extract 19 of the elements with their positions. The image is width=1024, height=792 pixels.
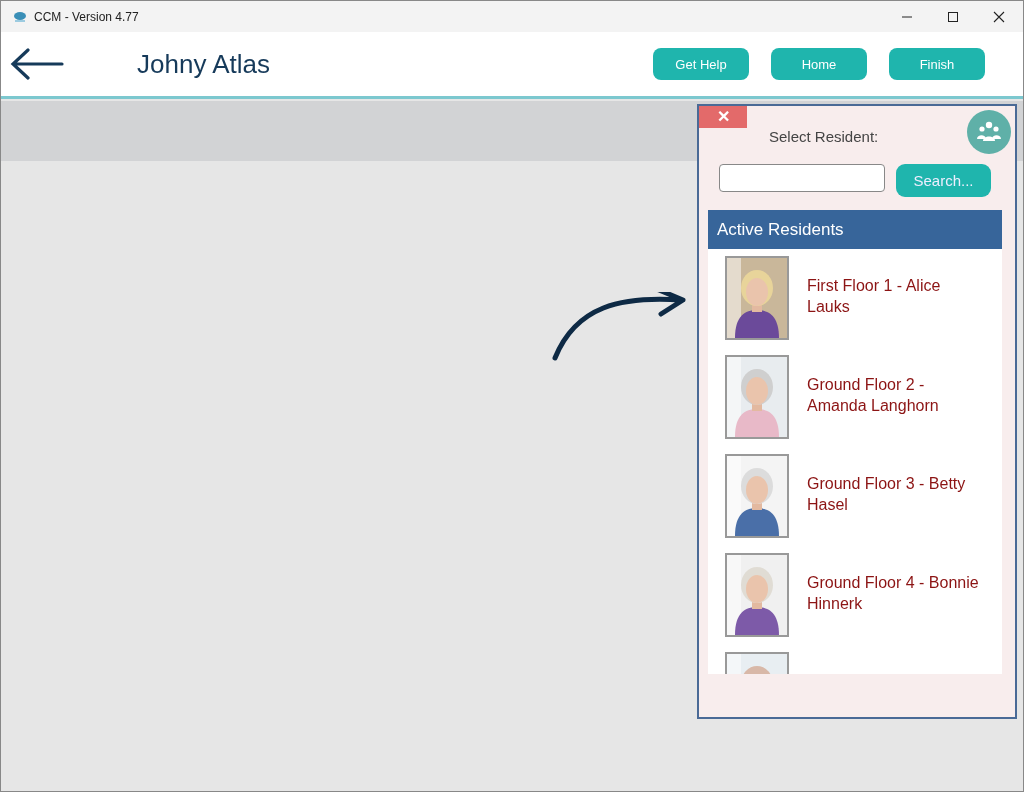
header-button[interactable]: Get Help (653, 48, 749, 80)
maximize-icon[interactable] (947, 10, 959, 23)
header-button[interactable]: Finish (889, 48, 985, 80)
user-name: Johny Atlas (137, 48, 270, 80)
resident-name[interactable]: First Floor 1 - Alice Lauks (807, 274, 987, 317)
list-header: Active Residents (708, 210, 1002, 249)
people-icon[interactable] (967, 110, 1011, 154)
search-button[interactable]: Search... (896, 164, 991, 197)
header-button[interactable]: Home (771, 48, 867, 80)
window-title: CCM - Version 4.77 (34, 9, 139, 24)
search-field[interactable] (719, 164, 885, 192)
resident-name[interactable]: Ground Floor 4 - Bonnie Hinnerk (807, 571, 987, 614)
close-icon[interactable] (993, 10, 1005, 23)
select-label: Select Resident: (769, 128, 879, 145)
back-arrow-icon[interactable] (10, 48, 64, 80)
resident-name[interactable]: Ground Floor 2 - Amanda Langhorn (807, 373, 987, 416)
close-button[interactable]: ✕ (699, 106, 747, 128)
resident-name[interactable]: Ground Floor 3 - Betty Hasel (807, 472, 987, 515)
app-icon (13, 10, 27, 23)
